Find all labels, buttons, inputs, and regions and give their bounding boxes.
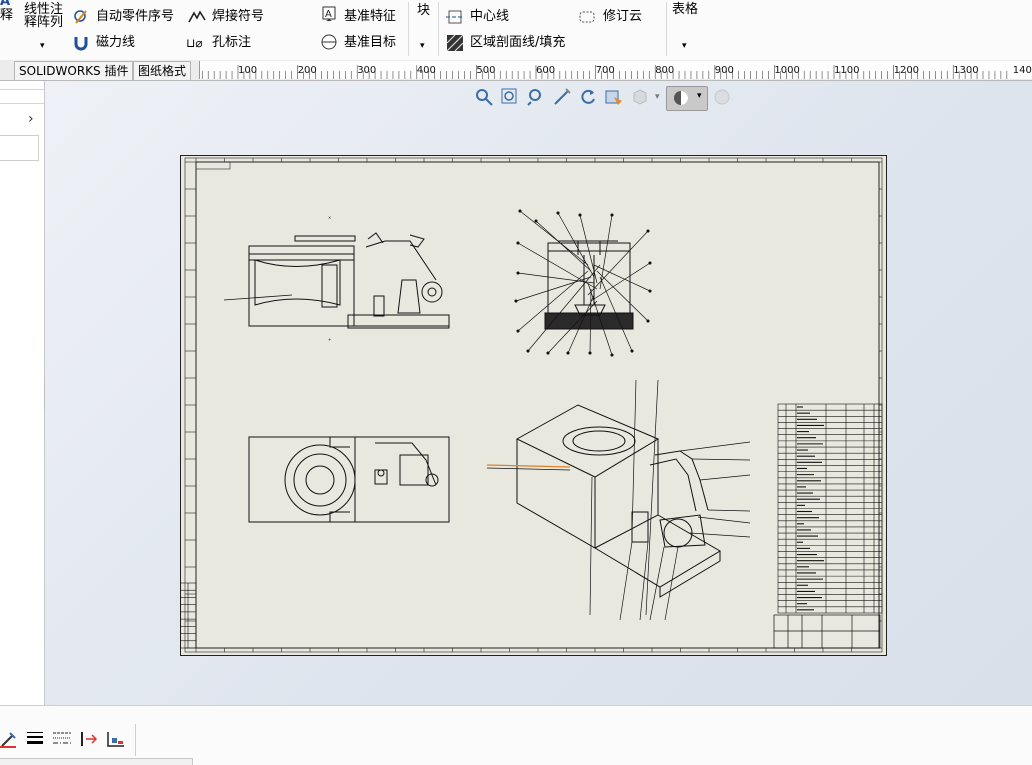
auto-balloon-icon[interactable]	[72, 8, 90, 26]
chevron-down-icon: ▾	[697, 91, 702, 101]
appearance-icon[interactable]	[712, 87, 732, 107]
datum-target-icon[interactable]	[320, 33, 338, 51]
ruler-label: 1000	[774, 65, 799, 76]
line-style-icon[interactable]	[52, 730, 72, 748]
revision-cloud-icon[interactable]	[578, 8, 596, 26]
revision-table-left	[180, 582, 197, 649]
ruler-label: 400	[417, 65, 436, 76]
weld-symbol-button[interactable]: 焊接符号	[212, 9, 264, 25]
sheet-label-box	[195, 161, 231, 170]
ruler-label: 1300	[953, 65, 978, 76]
view-setting-button[interactable]: ▾	[666, 86, 708, 111]
tab-solidworks-addins[interactable]: SOLIDWORKS 插件	[14, 61, 134, 80]
ribbon-separator	[408, 2, 409, 56]
layer-properties-icon[interactable]	[106, 730, 126, 748]
hole-callout-icon[interactable]: ⊔⌀	[186, 35, 203, 51]
ruler-label: 800	[655, 65, 674, 76]
area-hatch-icon[interactable]	[446, 34, 464, 52]
line-thickness-icon[interactable]	[26, 730, 44, 748]
chevron-down-icon[interactable]: ▾	[420, 38, 425, 54]
ruler-ticks: 100 200 300 400 500 600 700 800 900 1000 1100 1200 1…	[201, 65, 1032, 79]
ruler-label: 1100	[834, 65, 859, 76]
highlighted-leader	[486, 464, 571, 468]
horizontal-ruler: 100 200 300 400 500 600 700 800 900 1000 1100 1200 1…	[199, 61, 1032, 79]
zone-ticks	[185, 158, 882, 652]
left-panel: ›	[0, 81, 45, 705]
svg-text:×: ×	[328, 215, 331, 220]
pan-icon[interactable]	[552, 87, 572, 107]
table-button[interactable]: 表格	[672, 2, 698, 18]
hole-callout-button[interactable]: 孔标注	[212, 35, 251, 51]
ribbon-separator	[666, 2, 667, 56]
isometric-view	[486, 379, 751, 621]
datum-feature-icon[interactable]: A	[320, 6, 338, 24]
svg-text:+: +	[328, 337, 331, 342]
revision-cloud-button[interactable]: 修订云	[603, 9, 642, 25]
ruler-label: 100	[238, 65, 257, 76]
chevron-down-icon[interactable]: ▾	[655, 92, 660, 102]
front-view: × +	[223, 215, 450, 342]
ruler-label: 600	[536, 65, 555, 76]
ruler-label: 700	[596, 65, 615, 76]
panel-divider	[0, 89, 44, 90]
weld-symbol-icon[interactable]	[188, 8, 206, 26]
side-view	[514, 209, 652, 357]
ribbon-separator	[438, 2, 439, 56]
top-view	[248, 436, 450, 523]
ruler-label: 300	[357, 65, 376, 76]
ruler-label: 200	[298, 65, 317, 76]
title-block	[773, 614, 881, 649]
bottom-toolbar	[0, 705, 1032, 765]
datum-target-button[interactable]: 基准目标	[344, 35, 396, 51]
property-input-field[interactable]	[0, 135, 39, 161]
block-button[interactable]: 块	[417, 3, 430, 19]
auto-balloon-button[interactable]: 自动零件序号	[96, 9, 174, 25]
line-color-icon[interactable]	[0, 730, 18, 748]
hide-show-icon[interactable]	[630, 87, 650, 107]
tab-label: 图纸格式	[138, 64, 187, 78]
chevron-right-icon[interactable]: ›	[28, 111, 34, 127]
tab-label: SOLIDWORKS 插件	[19, 64, 129, 78]
drawing-sheet[interactable]: × +	[180, 155, 887, 656]
centerline-icon[interactable]	[446, 8, 464, 26]
chevron-down-icon[interactable]: ▾	[682, 38, 687, 54]
ruler-label: 500	[476, 65, 495, 76]
bill-of-materials-table	[777, 403, 883, 614]
zoom-in-out-icon[interactable]	[526, 87, 546, 107]
command-ribbon: A 释 线性注 释阵列 ▾ 自动零件序号 磁力线 焊接符号 ⊔⌀ 孔标注 A 基…	[0, 0, 1032, 61]
tab-sheet-format[interactable]: 图纸格式	[133, 61, 192, 80]
ruler-label: 1200	[894, 65, 919, 76]
magnetic-line-button[interactable]: 磁力线	[96, 35, 135, 51]
sheet-inner-border	[195, 161, 880, 649]
ruler-label: 1400	[1013, 65, 1032, 76]
panel-divider	[0, 103, 44, 104]
rotate-icon[interactable]	[578, 87, 598, 107]
chevron-down-icon[interactable]: ▾	[40, 38, 45, 54]
sheet-outer-frame	[184, 157, 883, 653]
note-label-partial-bottom[interactable]: 释	[0, 8, 13, 24]
hide-show-edges-icon[interactable]	[80, 730, 98, 748]
toolbar-separator	[135, 724, 136, 756]
drawing-sheet-graphics: × +	[180, 157, 883, 653]
zoom-to-fit-icon[interactable]	[474, 87, 494, 107]
linear-note-pattern-label-bottom[interactable]: 释阵列	[24, 15, 63, 31]
view-setting-icon	[674, 91, 688, 105]
magnet-line-icon[interactable]	[72, 34, 90, 52]
svg-text:A: A	[325, 9, 332, 20]
centerline-button[interactable]: 中心线	[470, 9, 509, 25]
display-style-icon[interactable]	[604, 87, 624, 107]
datum-feature-button[interactable]: 基准特征	[344, 9, 396, 25]
area-hatch-fill-button[interactable]: 区域剖面线/填充	[470, 35, 565, 51]
ruler-label: 900	[715, 65, 734, 76]
zoom-area-icon[interactable]	[500, 87, 520, 107]
